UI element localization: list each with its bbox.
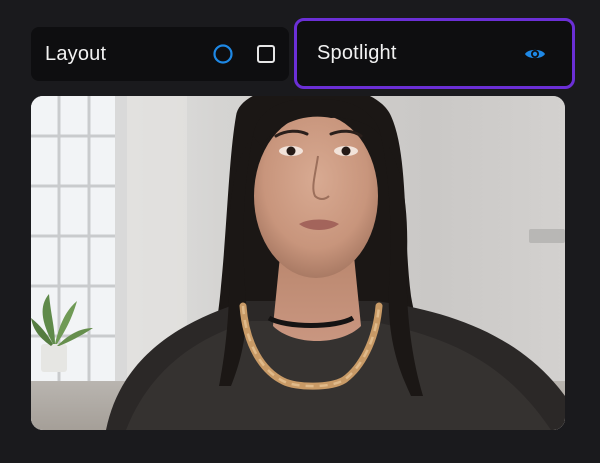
layout-control[interactable]: Layout [31, 27, 289, 81]
video-toolbar: Layout Spotlight [0, 0, 600, 96]
layout-label: Layout [45, 42, 107, 65]
spotlight-label: Spotlight [317, 42, 397, 64]
eye-icon[interactable] [522, 41, 548, 67]
circle-option-icon[interactable] [211, 42, 235, 66]
square-option-icon[interactable] [254, 42, 278, 66]
video-scene [31, 96, 565, 430]
participant-video[interactable] [31, 96, 565, 430]
spotlight-control[interactable]: Spotlight [294, 18, 575, 89]
